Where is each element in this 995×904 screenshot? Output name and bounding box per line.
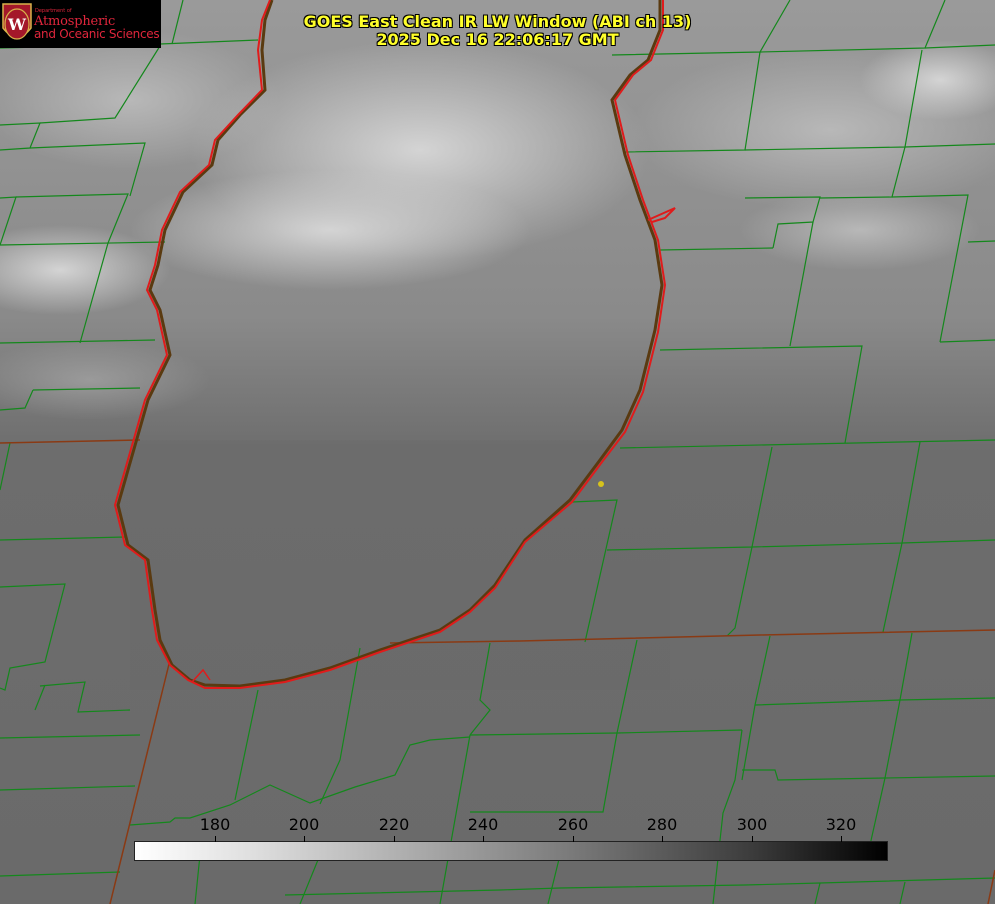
colorbar-label: 320	[825, 815, 857, 834]
logo-oceanic-sciences-text: and Oceanic Sciences	[34, 27, 160, 41]
colorbar-tick	[304, 836, 305, 842]
colorbar-label: 240	[467, 815, 499, 834]
colorbar-tick	[483, 836, 484, 842]
emblem-letter: W	[7, 15, 27, 34]
colorbar-label: 280	[646, 815, 678, 834]
colorbar-gradient	[134, 841, 888, 861]
colorbar-tick	[573, 836, 574, 842]
colorbar-tick	[215, 836, 216, 842]
satellite-map[interactable]	[0, 0, 995, 904]
aos-logo: W Department of Atmospheric and Oceanic …	[0, 0, 161, 48]
image-title: GOES East Clean IR LW Window (ABI ch 13)	[303, 12, 692, 31]
image-timestamp: 2025 Dec 16 22:06:17 GMT	[376, 30, 619, 49]
colorbar-label: 260	[557, 815, 589, 834]
colorbar-tick	[662, 836, 663, 842]
colorbar-label: 300	[736, 815, 768, 834]
colorbar-label: 200	[288, 815, 320, 834]
colorbar-tick	[394, 836, 395, 842]
uw-crest-icon: W	[2, 3, 32, 40]
colorbar-tick	[841, 836, 842, 842]
site-marker	[598, 481, 604, 487]
colorbar-label: 180	[199, 815, 231, 834]
colorbar-label: 220	[378, 815, 410, 834]
colorbar-tick	[752, 836, 753, 842]
